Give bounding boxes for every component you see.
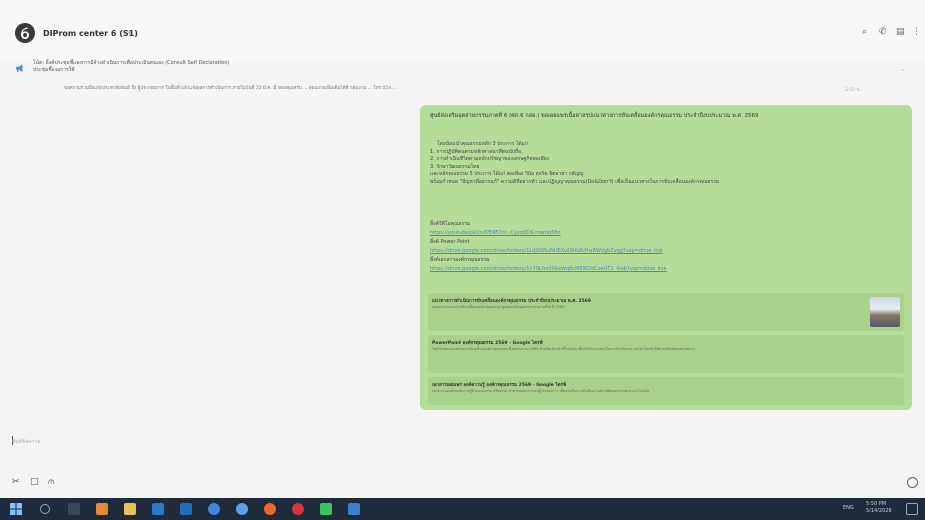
firefox-icon[interactable] bbox=[264, 503, 276, 515]
chevron-down-icon[interactable]: ▾ bbox=[128, 29, 132, 37]
search-icon[interactable] bbox=[40, 504, 50, 514]
message-line: 2. การดำเนินชีวิตตามหลักปรัชญาของเศรษฐกิ… bbox=[430, 156, 550, 163]
task-view-icon[interactable] bbox=[68, 503, 80, 515]
link-label: ลิ้งค์วีดีโอคุณธรรม bbox=[430, 221, 471, 227]
link-preview-card[interactable]: เอกสารเผยแพร่ องค์ความรู้ องค์กรคุณธรรม … bbox=[428, 377, 904, 405]
link-preview-card[interactable]: PowerPoint องค์กรคุณธรรม 2569 - Google ไ… bbox=[428, 335, 904, 373]
card-thumbnail bbox=[870, 297, 900, 327]
message-input[interactable]: พิมพ์ข้อความ bbox=[12, 438, 41, 446]
edge-icon[interactable] bbox=[208, 503, 220, 515]
message-line: โดยน้อมนำคุณธรรมหลัก 3 ประการ ได้แก่ bbox=[437, 141, 528, 147]
opera-icon[interactable] bbox=[292, 503, 304, 515]
message-bubble[interactable]: ศูนย์ส่งเสริมอุตสาหกรรมภาคที่ 6 (ศภ.6 กส… bbox=[420, 105, 912, 410]
store-icon[interactable] bbox=[180, 503, 192, 515]
documents-link[interactable]: https://drive.google.com/drive/folders/1… bbox=[430, 265, 667, 274]
search-icon[interactable]: ⌕ bbox=[862, 27, 867, 37]
app-icon[interactable] bbox=[96, 503, 108, 515]
card-title: PowerPoint องค์กรคุณธรรม 2569 - Google ไ… bbox=[432, 341, 543, 346]
app-icon[interactable] bbox=[348, 503, 360, 515]
notes-icon[interactable]: ▤ bbox=[896, 27, 905, 37]
message-header: ศูนย์ส่งเสริมอุตสาหกรรมภาคที่ 6 (ศภ.6 กส… bbox=[430, 113, 759, 119]
chat-title[interactable]: DIProm center 6 (S1) bbox=[43, 29, 138, 38]
mail-icon[interactable] bbox=[152, 503, 164, 515]
pinned-announcement[interactable]: โน้ต: ลิ้งค์ประชุมชี้แจงการมีจ้างดำเนินก… bbox=[15, 60, 905, 80]
link-label: ลิ้งค์เอกสารองค์กรคุณธรรม bbox=[430, 257, 490, 263]
chat-header: DIProm center 6 (S1) ▾ ⌕ ✆ ▤ ⋮ bbox=[0, 0, 925, 62]
taskbar-clock[interactable]: 5:50 PM 5/14/2026 bbox=[866, 501, 892, 515]
file-explorer-icon[interactable] bbox=[124, 503, 136, 515]
message-line: พร้อมกำหนด "ปัญหาที่อยากแก้" ความดีที่อย… bbox=[430, 178, 720, 185]
clock-time: 5:50 PM bbox=[866, 501, 887, 507]
clock-date: 5/14/2026 bbox=[866, 508, 892, 514]
link-preview-card[interactable]: แนวทางการดำเนินการขับเคลื่อนองค์กรคุณธรร… bbox=[428, 293, 904, 331]
video-link[interactable]: https://youtube/pk1nXPE4F7cc--CysqQDK-ma… bbox=[430, 229, 667, 238]
notification-icon[interactable] bbox=[906, 503, 918, 515]
message-links: ลิ้งค์วีดีโอคุณธรรม https://youtube/pk1n… bbox=[430, 220, 667, 274]
message-body: โดยน้อมนำคุณธรรมหลัก 3 ประการ ได้แก่ 1. … bbox=[430, 141, 719, 187]
megaphone-icon bbox=[16, 64, 23, 72]
ie-icon[interactable] bbox=[236, 503, 248, 515]
link-label: ลิ้งค์ Power Point bbox=[430, 239, 470, 245]
app-logo-icon bbox=[15, 23, 35, 43]
message-composer: พิมพ์ข้อความ ✂ □ ⫙ bbox=[0, 420, 925, 498]
chevron-down-icon[interactable]: ⌄ bbox=[900, 66, 905, 73]
line-app-icon[interactable] bbox=[320, 503, 332, 515]
message-line: และหลักคุณธรรม 5 ประการ ได้แก่ พอเพียง ว… bbox=[430, 171, 584, 178]
card-title: เอกสารเผยแพร่ องค์ความรู้ องค์กรคุณธรรม … bbox=[432, 383, 567, 388]
crop-icon[interactable]: ⫙ bbox=[48, 477, 54, 487]
sticker-icon[interactable]: □ bbox=[30, 477, 39, 487]
card-description: เอกสารประกอบการขับเคลื่อนองค์กรคุณธรรม ศ… bbox=[432, 305, 565, 309]
pinned-line-2: ประชุมชี้แจงการใช้ bbox=[33, 67, 75, 73]
windows-start-icon[interactable] bbox=[10, 503, 22, 515]
language-indicator[interactable]: ENG bbox=[843, 505, 854, 511]
message-time: 3:22 น. bbox=[845, 88, 862, 93]
card-description: เอกสารเผยแพร่องค์ความรู้ด้านคุณธรรม จริย… bbox=[432, 389, 650, 393]
emoji-icon[interactable] bbox=[907, 477, 918, 488]
more-icon[interactable]: ⋮ bbox=[912, 27, 921, 37]
pinned-line-1: โน้ต: ลิ้งค์ประชุมชี้แจงการมีจ้างดำเนินก… bbox=[33, 60, 230, 66]
card-title: แนวทางการดำเนินการขับเคลื่อนองค์กรคุณธรร… bbox=[432, 299, 592, 304]
phone-icon[interactable]: ✆ bbox=[879, 27, 887, 37]
attach-icon[interactable]: ✂ bbox=[12, 477, 20, 487]
powerpoint-link[interactable]: https://drive.google.com/drive/folders/1… bbox=[430, 247, 667, 256]
previous-message: ขอความร่วมมือแจ้งประชาสัมพันธ์ ถึง ผู้ปร… bbox=[64, 86, 397, 91]
windows-taskbar: ENG 5:50 PM 5/14/2026 bbox=[0, 498, 925, 520]
card-description: ไฟล์นำเสนอแนวทางการขับเคลื่อนองค์กรคุณธร… bbox=[432, 347, 695, 351]
